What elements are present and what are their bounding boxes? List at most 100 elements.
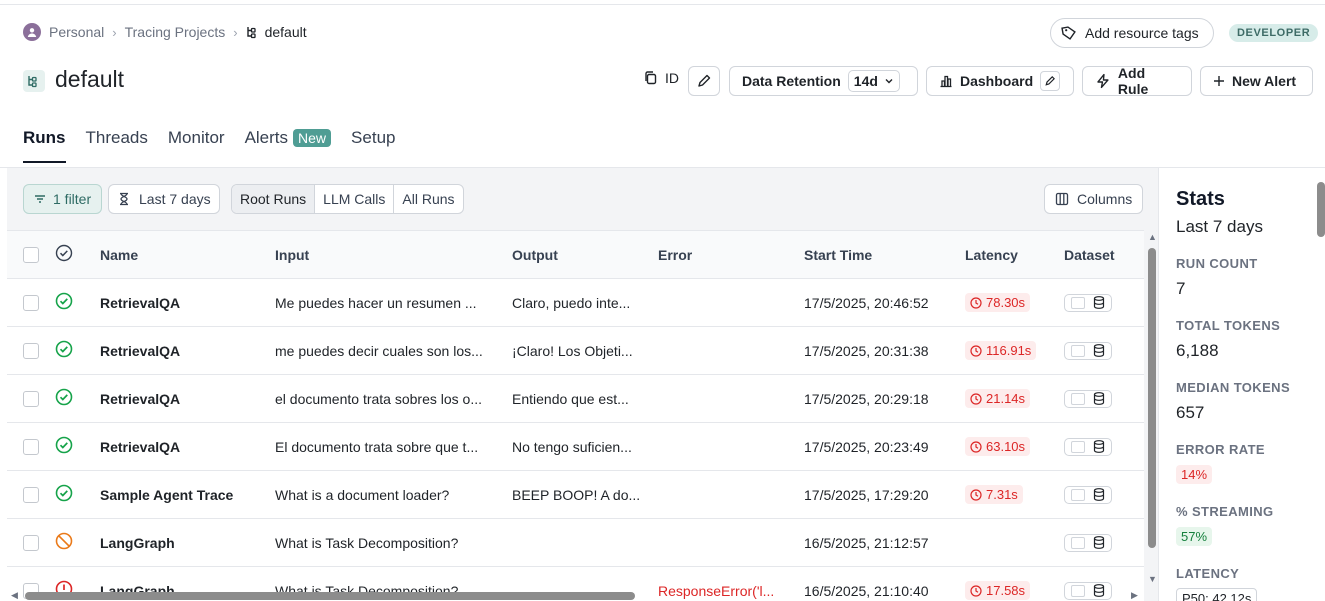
scroll-down-icon[interactable]: ▼ xyxy=(1148,574,1157,584)
edit-dashboard-button[interactable] xyxy=(1040,71,1061,91)
tab-label: Monitor xyxy=(167,128,225,147)
run-output: BEEP BOOP! A do... xyxy=(512,486,641,503)
scroll-right-icon[interactable]: ▶ xyxy=(1131,590,1138,601)
columns-label: Columns xyxy=(1077,191,1133,207)
columns-button[interactable]: Columns xyxy=(1044,184,1144,214)
table-row[interactable]: RetrievalQA El documento trata sobre que … xyxy=(7,423,1144,471)
clock-icon xyxy=(970,392,982,405)
col-name[interactable]: Name xyxy=(100,247,275,263)
run-name[interactable]: LangGraph xyxy=(100,535,275,551)
tab-label: Threads xyxy=(85,128,148,147)
add-to-dataset-button[interactable] xyxy=(1064,341,1112,360)
run-name[interactable]: RetrievalQA xyxy=(100,295,275,311)
row-checkbox[interactable] xyxy=(23,342,39,359)
run-name[interactable]: RetrievalQA xyxy=(100,343,275,359)
segment-llm-calls[interactable]: LLM Calls xyxy=(315,185,395,213)
chevron-right-icon: › xyxy=(233,24,238,40)
data-retention-button[interactable]: Data Retention 14d xyxy=(729,66,918,96)
segment-root-runs[interactable]: Root Runs xyxy=(232,185,316,213)
row-checkbox[interactable] xyxy=(23,438,39,455)
run-input: El documento trata sobre que t... xyxy=(275,438,479,455)
database-icon xyxy=(1093,536,1105,549)
run-latency-cell: 17.58s xyxy=(965,581,1064,600)
new-alert-button[interactable]: New Alert xyxy=(1200,66,1313,96)
run-output: Entiendo que est... xyxy=(512,390,629,407)
scroll-up-icon[interactable]: ▲ xyxy=(1148,232,1157,242)
scroll-left-icon[interactable]: ◀ xyxy=(11,590,18,601)
table-row[interactable]: RetrievalQA el documento trata sobres los… xyxy=(7,375,1144,423)
bar-chart-icon xyxy=(940,75,952,88)
table-row[interactable]: LangGraph What is Task Decomposition? 16/5… xyxy=(7,519,1144,567)
col-start-time[interactable]: Start Time xyxy=(804,247,965,263)
run-error: ResponseError('l... xyxy=(658,582,775,599)
tab-label: Runs xyxy=(23,128,66,147)
tab-monitor[interactable]: Monitor xyxy=(168,128,225,163)
run-start-time: 17/5/2025, 20:29:18 xyxy=(804,390,929,407)
tab-setup[interactable]: Setup xyxy=(351,128,395,163)
add-resource-tags-button[interactable]: Add resource tags xyxy=(1050,18,1214,48)
run-count-label: RUN COUNT xyxy=(1176,256,1258,271)
copy-id-button[interactable]: ID xyxy=(643,70,679,86)
filter-button[interactable]: 1 filter xyxy=(23,184,103,214)
breadcrumb-section[interactable]: Tracing Projects xyxy=(125,24,226,40)
edit-project-button[interactable] xyxy=(688,66,720,96)
vertical-scroll-thumb[interactable] xyxy=(1148,248,1156,548)
dataset-toggle xyxy=(1071,488,1085,501)
horizontal-scroll-thumb[interactable] xyxy=(25,592,635,600)
vertical-scrollbar[interactable]: ▲ ▼ xyxy=(1146,230,1158,601)
add-rule-button[interactable]: Add Rule xyxy=(1082,65,1192,97)
col-output[interactable]: Output xyxy=(512,247,658,263)
breadcrumb-current-label: default xyxy=(264,24,307,40)
run-name[interactable]: Sample Agent Trace xyxy=(100,487,275,503)
tab-runs[interactable]: Runs xyxy=(23,128,66,163)
select-all-checkbox[interactable] xyxy=(23,246,39,263)
segment-all-runs[interactable]: All Runs xyxy=(394,185,462,213)
run-name[interactable]: RetrievalQA xyxy=(100,391,275,407)
col-dataset[interactable]: Dataset xyxy=(1064,247,1144,263)
database-icon xyxy=(1093,296,1105,309)
latency-value: 21.14s xyxy=(986,391,1026,406)
database-icon xyxy=(1093,584,1105,597)
status-success-icon xyxy=(55,484,100,505)
time-range-button[interactable]: Last 7 days xyxy=(108,184,220,214)
table-row[interactable]: RetrievalQA Me puedes hacer un resumen ..… xyxy=(7,279,1144,327)
filter-icon xyxy=(35,195,45,203)
run-start-time: 16/5/2025, 21:10:40 xyxy=(804,582,929,599)
col-input[interactable]: Input xyxy=(275,247,512,263)
run-input: What is a document loader? xyxy=(275,486,450,503)
add-to-dataset-button[interactable] xyxy=(1064,389,1112,408)
clock-icon xyxy=(970,584,982,597)
add-to-dataset-button[interactable] xyxy=(1064,437,1112,456)
streaming-label: % STREAMING xyxy=(1176,504,1274,519)
add-to-dataset-button[interactable] xyxy=(1064,533,1112,552)
add-to-dataset-button[interactable] xyxy=(1064,485,1112,504)
dataset-toggle xyxy=(1071,344,1085,357)
dashboard-button[interactable]: Dashboard xyxy=(926,66,1074,96)
run-name[interactable]: RetrievalQA xyxy=(100,439,275,455)
status-cancelled-icon xyxy=(55,532,100,553)
table-row[interactable]: RetrievalQA me puedes decir cuales son lo… xyxy=(7,327,1144,375)
tab-bar: Runs Threads Monitor Alerts New Setup xyxy=(23,128,395,163)
col-latency[interactable]: Latency xyxy=(965,247,1064,263)
avatar[interactable] xyxy=(23,23,41,41)
page-title: default xyxy=(55,66,125,92)
latency-value: 17.58s xyxy=(986,583,1026,598)
run-start-time: 16/5/2025, 21:12:57 xyxy=(804,534,929,551)
row-checkbox[interactable] xyxy=(23,486,39,503)
add-to-dataset-button[interactable] xyxy=(1064,581,1112,600)
row-checkbox[interactable] xyxy=(23,390,39,407)
tab-alerts[interactable]: Alerts New xyxy=(245,128,332,163)
data-retention-select[interactable]: 14d xyxy=(847,70,900,92)
tab-threads[interactable]: Threads xyxy=(86,128,148,163)
stats-scroll-thumb[interactable] xyxy=(1317,182,1325,237)
add-to-dataset-button[interactable] xyxy=(1064,293,1112,312)
latency-value: 7.31s xyxy=(986,487,1018,502)
col-error[interactable]: Error xyxy=(658,247,804,263)
latency-p50: P50: 42.12s xyxy=(1176,588,1258,601)
table-row[interactable]: Sample Agent Trace What is a document loa… xyxy=(7,471,1144,519)
row-checkbox[interactable] xyxy=(23,294,39,311)
breadcrumb-workspace[interactable]: Personal xyxy=(49,24,104,40)
run-latency-cell: 116.91s xyxy=(965,341,1064,360)
row-checkbox[interactable] xyxy=(23,534,39,551)
columns-icon xyxy=(1055,192,1069,206)
